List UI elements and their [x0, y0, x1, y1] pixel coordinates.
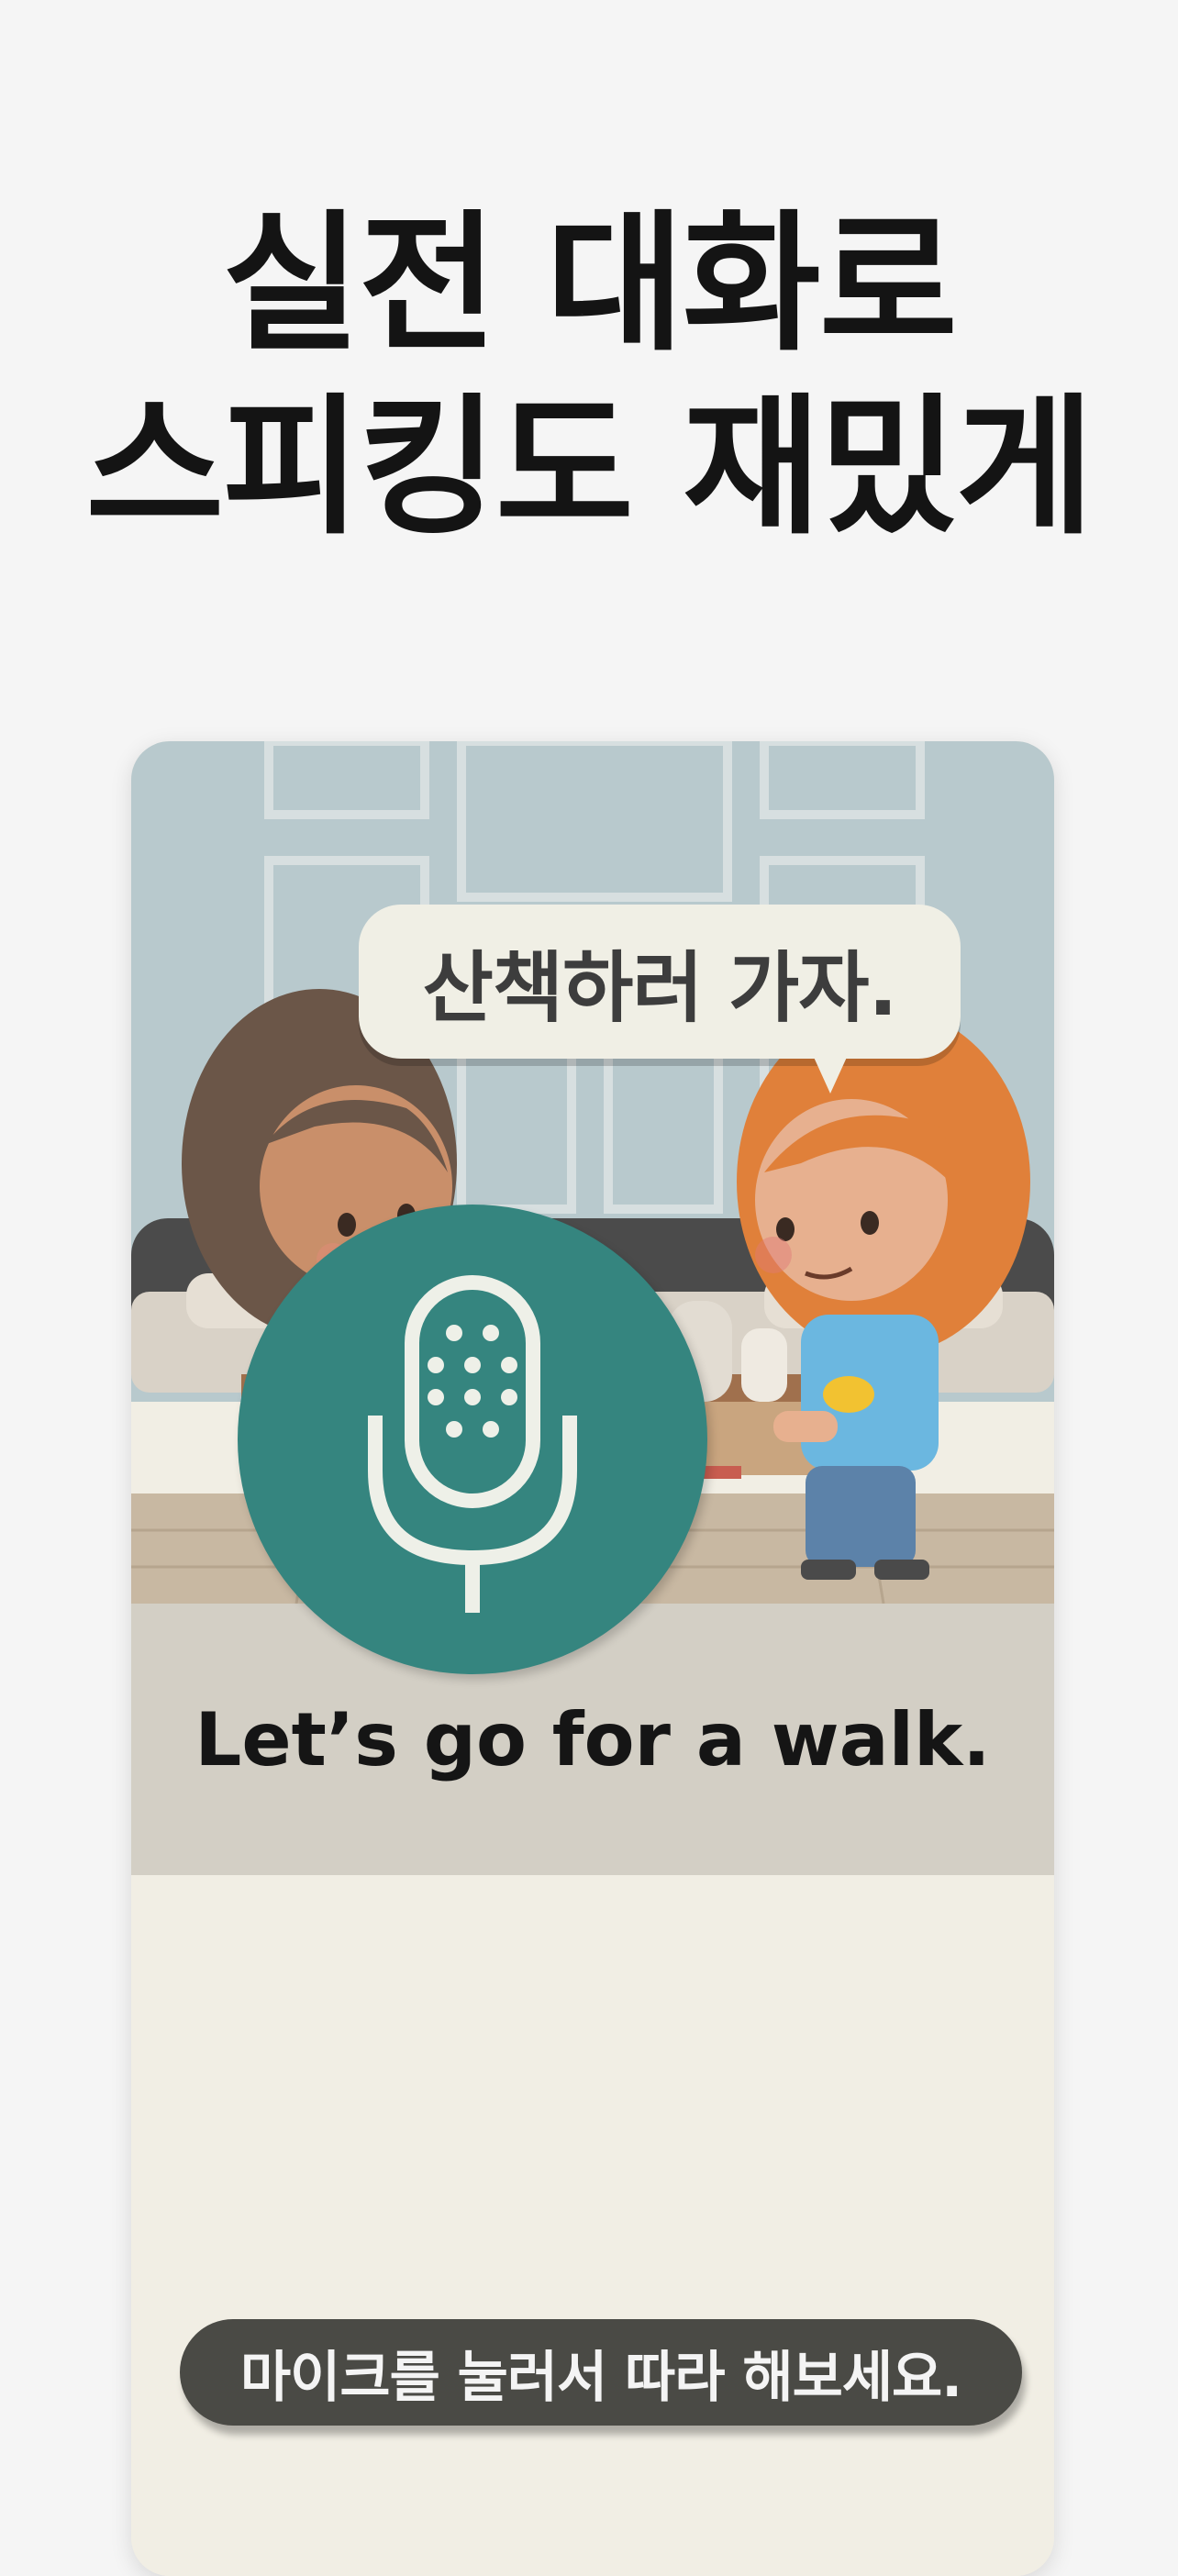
speech-bubble-tail — [812, 1053, 849, 1094]
speech-bubble: 산책하러 가자. — [359, 905, 961, 1059]
microphone-icon — [368, 1275, 577, 1613]
microphone-button[interactable] — [238, 1205, 707, 1674]
mic-hint-pill: 마이크를 눌러서 따라 해보세요. — [180, 2319, 1022, 2426]
headline-line-2: 스피킹도 재밌게 — [85, 380, 1094, 555]
headline: 실전 대화로 스피킹도 재밌게 — [0, 193, 1178, 560]
practice-area — [131, 1875, 1054, 2576]
headline-line-1: 실전 대화로 — [222, 196, 958, 372]
